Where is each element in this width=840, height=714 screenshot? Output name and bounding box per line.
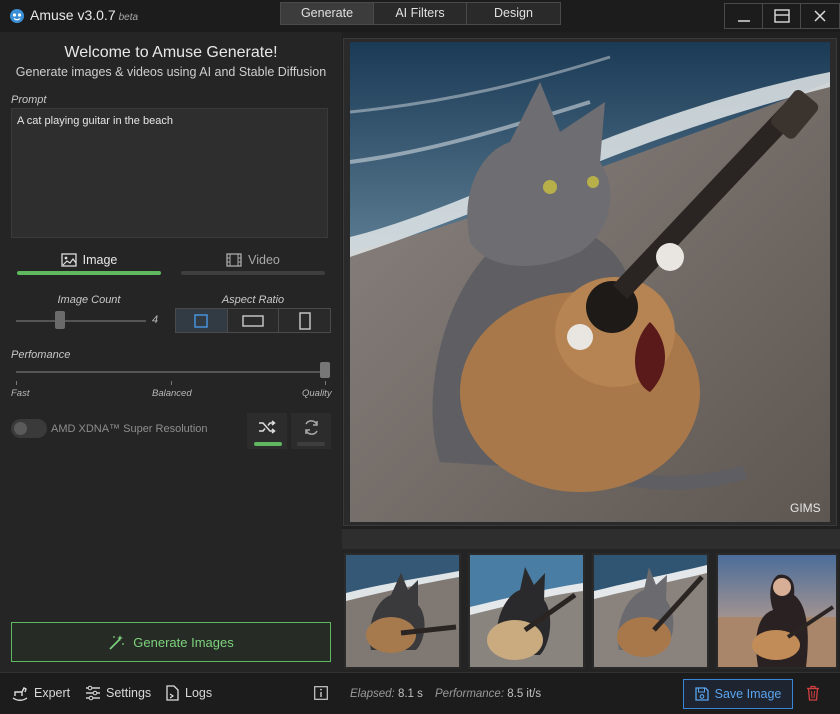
info-icon [314, 686, 328, 700]
logs-label: Logs [185, 686, 213, 700]
beta-badge: beta [118, 12, 139, 23]
tick-quality [325, 381, 326, 385]
thumbnail-2-image [470, 555, 583, 667]
settings-button[interactable]: Settings [85, 685, 151, 701]
thumbnail-1-image [346, 555, 459, 667]
performance-stat: Performance: 8.5 it/s [435, 688, 541, 700]
performance-stat-value: 8.5 it/s [507, 688, 542, 700]
close-button[interactable] [801, 4, 839, 28]
rocking-horse-icon [12, 687, 28, 701]
thumbnail-3[interactable] [592, 553, 709, 669]
window-controls [724, 3, 840, 29]
thumbnail-3-image [594, 555, 707, 667]
performance-fast-label: Fast [11, 388, 30, 399]
tab-ai-filters[interactable]: AI Filters [374, 3, 467, 24]
main-tabs: Generate AI Filters Design [280, 2, 561, 25]
settings-label: Settings [106, 686, 152, 700]
aspect-ratio-label: Aspect Ratio [221, 294, 285, 306]
image-mode-label: Image [82, 253, 118, 267]
welcome-subtitle: Generate images & videos using AI and St… [15, 65, 327, 79]
aspect-portrait-button[interactable] [279, 309, 331, 332]
video-mode-indicator [181, 271, 325, 275]
landscape-ratio-icon [242, 314, 264, 327]
video-mode-button[interactable]: Video [175, 247, 331, 273]
floppy-disk-icon [694, 687, 709, 701]
preview-scrollbar[interactable] [342, 529, 840, 549]
generated-image[interactable]: GIMS [350, 42, 830, 522]
portrait-ratio-icon [298, 311, 311, 330]
image-count-label: Image Count [57, 294, 121, 306]
title-bar: Amuse v3.0.7 beta Generate AI Filters Des… [0, 0, 840, 32]
thumbnail-2[interactable] [468, 553, 585, 669]
image-count-track[interactable] [16, 320, 146, 322]
tick-balanced [171, 381, 172, 385]
prompt-label: Prompt [11, 94, 47, 106]
amuse-logo-icon [10, 9, 24, 23]
video-mode-label: Video [248, 253, 280, 267]
performance-balanced-label: Balanced [152, 388, 192, 399]
tab-design[interactable]: Design [467, 3, 560, 24]
welcome-title: Welcome to Amuse Generate! [64, 44, 278, 61]
shuffle-icon [259, 420, 276, 434]
trash-icon [807, 685, 819, 701]
performance-quality-label: Quality [302, 388, 332, 399]
square-ratio-icon [194, 313, 209, 328]
magic-wand-icon [109, 634, 125, 650]
random-seed-indicator [254, 442, 282, 446]
thumbnail-4[interactable] [716, 553, 838, 669]
refresh-icon [304, 420, 318, 435]
xdna-label: AMD XDNA™ Super Resolution [51, 423, 208, 435]
expert-label: Expert [34, 686, 71, 700]
performance-stat-label: Performance: [435, 688, 505, 700]
thumbnail-1[interactable] [344, 553, 461, 669]
minimize-button[interactable] [725, 4, 763, 28]
image-mode-indicator [17, 271, 161, 275]
elapsed-value: 8.1 s [397, 688, 423, 700]
thumbnail-4-image [718, 555, 836, 667]
prompt-input[interactable]: A cat playing guitar in the beach [11, 108, 328, 238]
generate-images-label: Generate Images [133, 634, 234, 650]
minimize-icon [737, 20, 750, 22]
aspect-landscape-button[interactable] [227, 309, 280, 332]
watermark: GIMS [790, 501, 821, 515]
performance-label: Perfomance [11, 349, 71, 361]
elapsed-label: Elapsed: [350, 688, 395, 700]
maximize-button[interactable] [763, 4, 801, 28]
image-count-value: 4 [152, 314, 159, 326]
logs-button[interactable]: Logs [165, 685, 212, 701]
aspect-square-button[interactable] [176, 309, 228, 332]
app-name: Amuse v3.0.7 [30, 7, 116, 23]
generate-images-button[interactable]: Generate Images [11, 622, 331, 662]
reuse-seed-indicator [297, 442, 325, 446]
image-mode-button[interactable]: Image [11, 247, 167, 273]
preview-frame: GIMS [343, 38, 837, 526]
performance-thumb[interactable] [320, 362, 330, 378]
maximize-icon [773, 9, 790, 23]
image-icon [60, 253, 77, 267]
info-button[interactable] [314, 686, 328, 703]
image-count-thumb[interactable] [55, 311, 65, 329]
expert-button[interactable]: Expert [11, 685, 70, 701]
toggle-knob [14, 422, 27, 435]
save-image-label: Save Image [714, 687, 782, 701]
log-file-icon [166, 685, 179, 701]
elapsed-stat: Elapsed: 8.1 s [350, 688, 423, 700]
aspect-ratio-selector [175, 308, 331, 333]
film-icon [226, 253, 242, 267]
tick-fast [16, 381, 17, 385]
save-image-button[interactable]: Save Image [683, 679, 793, 709]
sliders-icon [86, 685, 100, 701]
delete-button[interactable] [806, 685, 820, 704]
app-title: Amuse v3.0.7 beta [30, 7, 138, 23]
tab-generate[interactable]: Generate [281, 3, 374, 24]
performance-track[interactable] [16, 371, 328, 373]
xdna-toggle[interactable] [11, 419, 47, 438]
close-icon [814, 10, 826, 22]
